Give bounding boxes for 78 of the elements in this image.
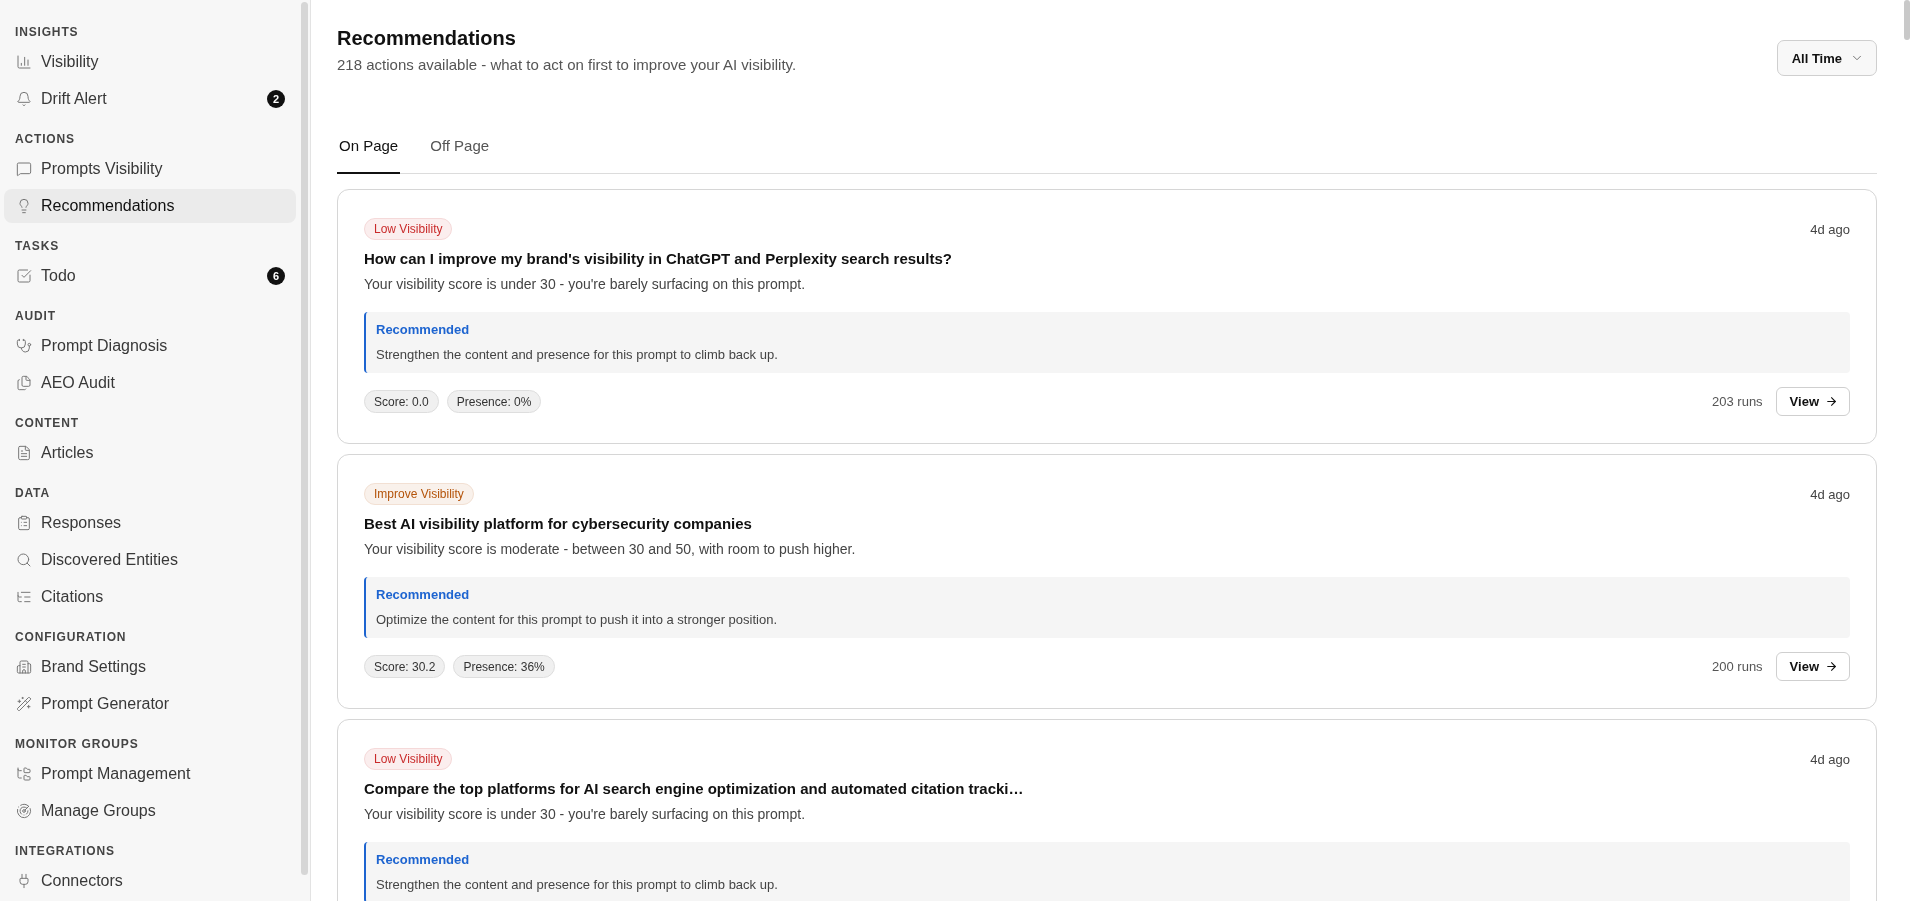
page-subtitle: 218 actions available - what to act on first to improve your AI visibility.: [337, 55, 797, 75]
count-badge: 6: [267, 267, 285, 285]
bar-chart-icon: [16, 54, 32, 70]
timestamp: 4d ago: [1810, 751, 1850, 767]
nav-item[interactable]: AEO Audit: [4, 366, 296, 400]
status-tag: Low Visibility: [364, 748, 453, 770]
page-title: Recommendations: [337, 26, 517, 51]
prompt-title: Best AI visibility platform for cybersecurity companies: [364, 514, 753, 534]
nav-item[interactable]: Articles: [4, 436, 296, 470]
card-description: Your visibility score is moderate - between 30 and 50, with room to push higher.: [364, 540, 857, 559]
nav-item[interactable]: Brand Settings: [4, 650, 296, 684]
run-count: 200 runs: [1712, 659, 1763, 674]
nav-item[interactable]: Prompt Diagnosis: [4, 329, 296, 363]
radar-icon: [16, 803, 32, 819]
arrow-right-icon: [1825, 660, 1838, 673]
recommendation-heading: Recommended: [376, 586, 470, 604]
status-tag: Low Visibility: [364, 218, 453, 240]
stat-chip: Presence: 0%: [446, 390, 542, 413]
section-heading: MONITOR GROUPS: [14, 736, 140, 752]
bell-icon: [16, 91, 32, 107]
nav-item[interactable]: Drift Alert 2: [4, 82, 296, 116]
nav-item[interactable]: Responses: [4, 506, 296, 540]
card-description: Your visibility score is under 30 - you're barely surfacing on this prompt.: [364, 805, 807, 824]
folder-tree-icon: [16, 766, 32, 782]
building-icon: [16, 659, 32, 675]
stethoscope-icon: [16, 338, 32, 354]
nav-item[interactable]: Todo 6: [4, 259, 296, 293]
card-description: Your visibility score is under 30 - you're barely surfacing on this prompt.: [364, 275, 807, 294]
section-heading: ACTIONS: [14, 131, 76, 147]
prompt-title: How can I improve my brand's visibility in ChatGPT and Perplexity search results?: [364, 249, 953, 269]
section-heading: CONFIGURATION: [14, 629, 128, 645]
view-button[interactable]: View: [1775, 652, 1850, 681]
nav-item[interactable]: Citations: [4, 580, 296, 614]
nav-item[interactable]: Manage Groups: [4, 794, 296, 828]
list-tree-icon: [16, 589, 32, 605]
search-icon: [16, 552, 32, 568]
recommendation-heading: Recommended: [376, 321, 470, 339]
tab[interactable]: Off Page: [428, 128, 492, 174]
timestamp: 4d ago: [1810, 221, 1850, 237]
nav-item[interactable]: Prompt Generator: [4, 687, 296, 721]
stat-chip: Score: 30.2: [364, 655, 446, 678]
tick-square-icon: [16, 268, 32, 284]
stat-chip: Presence: 36%: [453, 655, 555, 678]
section-heading: AUDIT: [14, 308, 57, 324]
nav-item[interactable]: Prompts Visibility: [4, 152, 296, 186]
clipboard-icon: [16, 515, 32, 531]
section-heading: INSIGHTS: [14, 24, 80, 40]
recommendation-text: Strengthen the content and presence for this prompt to climb back up.: [376, 346, 778, 364]
nav-item[interactable]: Visibility: [4, 45, 296, 79]
nav-item[interactable]: Prompt Management: [4, 757, 296, 791]
scrollbar-thumb[interactable]: [301, 2, 308, 875]
lightbulb-icon: [16, 198, 32, 214]
tab[interactable]: On Page: [337, 128, 401, 174]
count-badge: 2: [267, 90, 285, 108]
stat-chip: Score: 0.0: [364, 390, 439, 413]
arrow-right-icon: [1825, 395, 1838, 408]
recommendation-heading: Recommended: [376, 851, 470, 869]
recommendation-text: Strengthen the content and presence for this prompt to climb back up.: [376, 876, 778, 894]
files-icon: [16, 375, 32, 391]
section-heading: TASKS: [14, 238, 60, 254]
scrollbar-thumb[interactable]: [1904, 0, 1910, 40]
recommendation-text: Optimize the content for this prompt to push it into a stronger position.: [376, 611, 778, 629]
nav-item[interactable]: Recommendations: [4, 189, 296, 223]
time-range-dropdown[interactable]: All Time: [1776, 40, 1877, 76]
speech-bubble-icon: [16, 161, 32, 177]
prompt-title: Compare the top platforms for AI search engine optimization and automated citation tracki…: [364, 779, 1025, 799]
document-icon: [16, 445, 32, 461]
status-tag: Improve Visibility: [364, 483, 474, 505]
run-count: 203 runs: [1712, 394, 1763, 409]
section-heading: INTEGRATIONS: [14, 843, 116, 859]
section-heading: CONTENT: [14, 415, 80, 431]
magic-wand-icon: [16, 696, 32, 712]
nav-item[interactable]: Discovered Entities: [4, 543, 296, 577]
timestamp: 4d ago: [1810, 486, 1850, 502]
plug-icon: [16, 873, 32, 889]
view-button[interactable]: View: [1775, 387, 1850, 416]
section-heading: DATA: [14, 485, 51, 501]
nav-item[interactable]: Connectors: [4, 864, 296, 898]
